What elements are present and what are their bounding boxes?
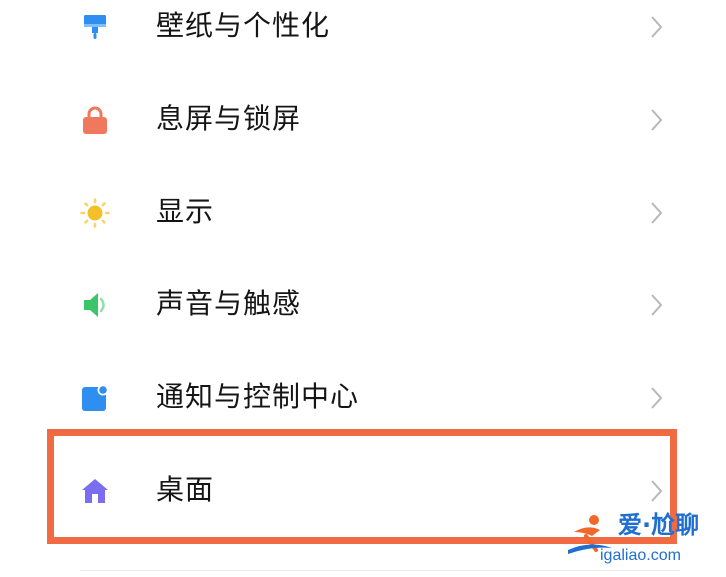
settings-item-display[interactable]: 显示 [0,166,726,258]
lock-icon [80,105,110,135]
chevron-right-icon [646,200,666,226]
settings-item-label: 息屏与锁屏 [156,102,302,135]
settings-list: 壁纸与个性化 息屏与锁屏 显示 声音与触感 通知与控制中心 桌面 [0,0,726,577]
settings-item-wallpaper[interactable]: 壁纸与个性化 [0,0,726,72]
paintbrush-icon [80,12,110,42]
settings-item-label: 显示 [156,195,215,228]
settings-item-label: 桌面 [156,473,215,506]
watermark: 爱·尬聊 igaliao.com [560,508,726,577]
notification-icon [80,383,110,413]
sun-icon [80,198,110,228]
chevron-right-icon [646,478,666,504]
settings-item-label: 通知与控制中心 [156,380,360,413]
chevron-right-icon [646,107,666,133]
chevron-right-icon [646,385,666,411]
watermark-url: igaliao.com [600,547,681,564]
settings-item-label: 壁纸与个性化 [156,9,331,42]
speaker-icon [80,290,110,320]
watermark-title: 爱·尬聊 [618,511,700,539]
settings-item-label: 声音与触感 [156,287,302,320]
chevron-right-icon [646,14,666,40]
home-icon [80,476,110,506]
settings-item-notifications[interactable]: 通知与控制中心 [0,351,726,443]
settings-item-sound[interactable]: 声音与触感 [0,258,726,350]
chevron-right-icon [646,292,666,318]
settings-item-lockscreen[interactable]: 息屏与锁屏 [0,73,726,165]
